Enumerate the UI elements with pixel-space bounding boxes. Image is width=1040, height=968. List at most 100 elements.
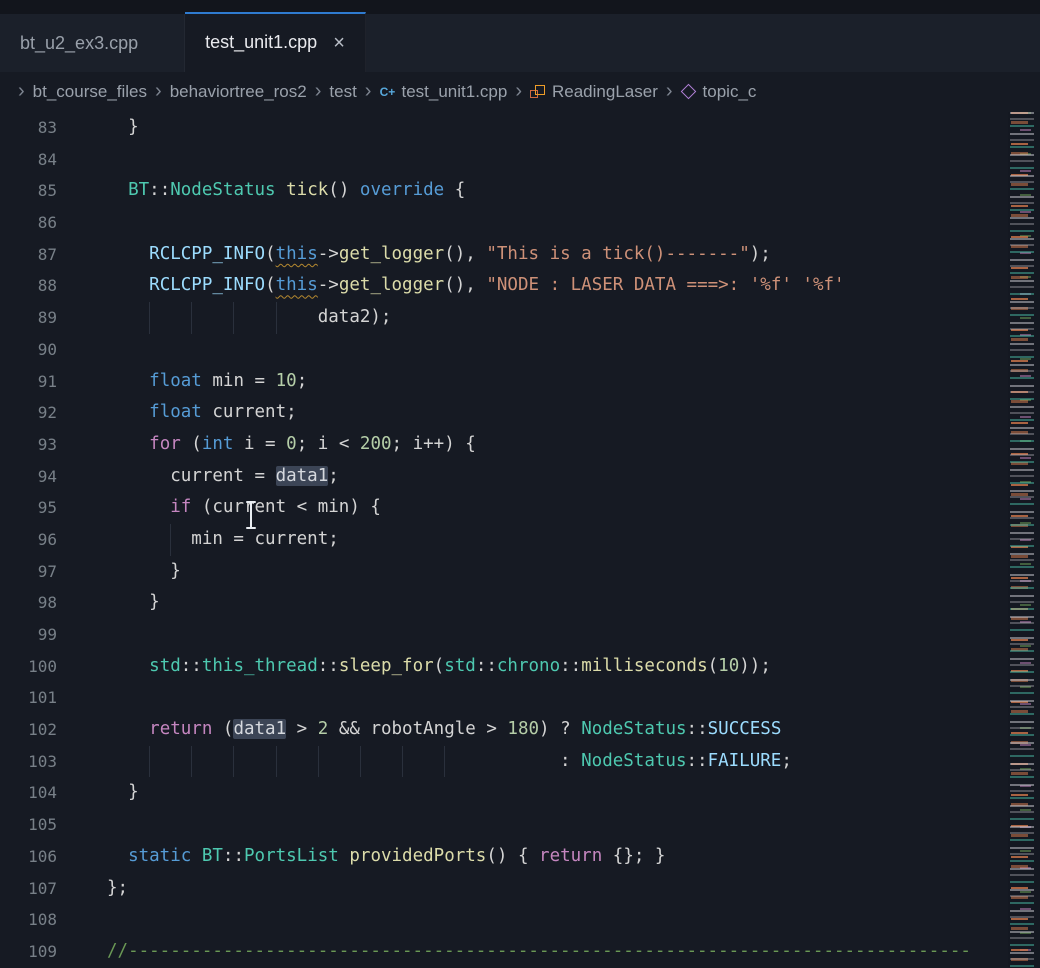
minimap[interactable] (1008, 112, 1040, 968)
line-content (57, 904, 1008, 936)
code-line[interactable]: 93 for (int i = 0; i < 200; i++) { (0, 429, 1008, 461)
line-content: } (57, 556, 1008, 588)
line-number[interactable]: 86 (0, 207, 57, 239)
line-content: : NodeStatus::FAILURE; (57, 746, 1008, 778)
line-number[interactable]: 90 (0, 334, 57, 366)
code-token (107, 275, 149, 295)
line-content: if (current < min) { (57, 492, 1008, 524)
code-line[interactable]: 90 (0, 334, 1008, 366)
line-content (57, 334, 1008, 366)
code-token: RCLCPP_INFO (149, 275, 265, 295)
code-line[interactable]: 101 (0, 682, 1008, 714)
line-number[interactable]: 91 (0, 366, 57, 398)
code-line[interactable]: 109//-----------------------------------… (0, 936, 1008, 968)
code-area[interactable]: 83 }8485 BT::NodeStatus tick() override … (0, 112, 1008, 968)
indent-guide (191, 302, 192, 334)
breadcrumb-item[interactable]: bt_course_files (33, 82, 147, 102)
code-token: float (149, 371, 202, 391)
line-number[interactable]: 109 (0, 936, 57, 968)
code-line[interactable]: 96 min = current; (0, 524, 1008, 556)
code-token: NodeStatus (581, 719, 686, 739)
indent-guide (170, 524, 171, 556)
code-line[interactable]: 92 float current; (0, 397, 1008, 429)
code-line[interactable]: 104 } (0, 777, 1008, 809)
code-token: return (539, 846, 602, 866)
line-number[interactable]: 84 (0, 144, 57, 176)
editor[interactable]: 83 }8485 BT::NodeStatus tick() override … (0, 112, 1040, 968)
field-icon (681, 84, 697, 100)
cpp-file-icon: C+ (379, 84, 395, 100)
line-number[interactable]: 93 (0, 429, 57, 461)
line-number[interactable]: 94 (0, 461, 57, 493)
code-token: FAILURE (708, 751, 782, 771)
code-line[interactable]: 106 static BT::PortsList providedPorts()… (0, 841, 1008, 873)
line-content: RCLCPP_INFO(this->get_logger(), "This is… (57, 239, 1008, 271)
line-number[interactable]: 83 (0, 112, 57, 144)
breadcrumb-item[interactable]: test_unit1.cpp (401, 82, 507, 102)
code-line[interactable]: 107}; (0, 873, 1008, 905)
line-number[interactable]: 100 (0, 651, 57, 683)
code-line[interactable]: 97 } (0, 556, 1008, 588)
code-line[interactable]: 88 RCLCPP_INFO(this->get_logger(), "NODE… (0, 270, 1008, 302)
breadcrumb-item[interactable]: test (329, 82, 356, 102)
class-icon (530, 84, 546, 100)
code-token: for (149, 434, 181, 454)
line-number[interactable]: 99 (0, 619, 57, 651)
code-token: this (276, 275, 318, 295)
code-line[interactable]: 86 (0, 207, 1008, 239)
code-line[interactable]: 99 (0, 619, 1008, 651)
breadcrumb-item[interactable]: topic_c (703, 82, 757, 102)
code-token (339, 846, 350, 866)
indent-guide (149, 302, 150, 334)
line-number[interactable]: 107 (0, 873, 57, 905)
code-line[interactable]: 84 (0, 144, 1008, 176)
line-number[interactable]: 98 (0, 587, 57, 619)
tab-test_unit1[interactable]: test_unit1.cpp × (185, 12, 366, 73)
line-number[interactable]: 101 (0, 682, 57, 714)
line-number[interactable]: 106 (0, 841, 57, 873)
code-line[interactable]: 103 : NodeStatus::FAILURE; (0, 746, 1008, 778)
line-number[interactable]: 108 (0, 904, 57, 936)
line-number[interactable]: 96 (0, 524, 57, 556)
line-number[interactable]: 95 (0, 492, 57, 524)
code-line[interactable]: 105 (0, 809, 1008, 841)
code-line[interactable]: 85 BT::NodeStatus tick() override { (0, 175, 1008, 207)
code-token: get_logger (339, 244, 444, 264)
line-content (57, 207, 1008, 239)
code-line[interactable]: 98 } (0, 587, 1008, 619)
code-token: RCLCPP_INFO (149, 244, 265, 264)
breadcrumb-item[interactable]: ReadingLaser (552, 82, 658, 102)
code-token: ; (328, 466, 339, 486)
line-number[interactable]: 87 (0, 239, 57, 271)
code-token: (), (444, 275, 486, 295)
line-number[interactable]: 89 (0, 302, 57, 334)
line-content (57, 619, 1008, 651)
code-line[interactable]: 94 current = data1; (0, 461, 1008, 493)
code-line[interactable]: 102 return (data1 > 2 && robotAngle > 18… (0, 714, 1008, 746)
code-token: -> (318, 244, 339, 264)
code-line[interactable]: 83 } (0, 112, 1008, 144)
code-line[interactable]: 95 if (current < min) { (0, 492, 1008, 524)
line-content: //--------------------------------------… (57, 936, 1008, 968)
code-token: :: (318, 656, 339, 676)
line-number[interactable]: 105 (0, 809, 57, 841)
line-number[interactable]: 102 (0, 714, 57, 746)
code-line[interactable]: 87 RCLCPP_INFO(this->get_logger(), "This… (0, 239, 1008, 271)
code-token: { (444, 180, 465, 200)
code-line[interactable]: 100 std::this_thread::sleep_for(std::chr… (0, 651, 1008, 683)
code-line[interactable]: 91 float min = 10; (0, 366, 1008, 398)
close-icon[interactable]: × (333, 33, 345, 53)
code-line[interactable]: 108 (0, 904, 1008, 936)
line-number[interactable]: 85 (0, 175, 57, 207)
code-token: ( (265, 275, 276, 295)
line-number[interactable]: 97 (0, 556, 57, 588)
tab-bt_u2_ex3[interactable]: bt_u2_ex3.cpp (0, 14, 185, 72)
code-line[interactable]: 89 data2); (0, 302, 1008, 334)
line-number[interactable]: 88 (0, 270, 57, 302)
line-number[interactable]: 103 (0, 746, 57, 778)
breadcrumb-item[interactable]: behaviortree_ros2 (170, 82, 307, 102)
mouse-ibeam-cursor (244, 500, 258, 530)
line-number[interactable]: 92 (0, 397, 57, 429)
line-number[interactable]: 104 (0, 777, 57, 809)
chevron-icon: › (666, 80, 673, 103)
